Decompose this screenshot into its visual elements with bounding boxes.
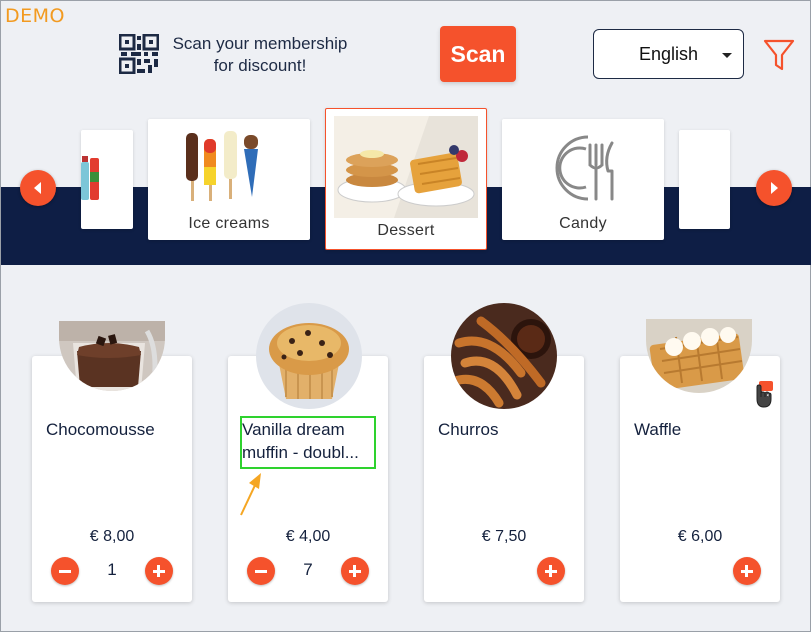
language-value: English (638, 43, 699, 64)
product-price: € 8,00 (89, 528, 135, 545)
demo-label: DEMO (5, 5, 65, 27)
language-select[interactable]: English (593, 29, 744, 79)
category-item-candy[interactable]: Candy (502, 119, 664, 240)
category-item-drinks[interactable] (81, 130, 133, 229)
hand-cursor-icon (756, 381, 773, 408)
product-name: Chocomousse (46, 420, 155, 439)
category-label-candy: Candy (559, 215, 607, 232)
increase-quantity-button[interactable] (733, 557, 761, 585)
quantity-value: 7 (303, 560, 313, 579)
category-item-dessert[interactable]: Dessert (325, 108, 487, 250)
scan-button[interactable]: Scan (440, 26, 516, 82)
increase-quantity-button[interactable] (145, 557, 173, 585)
increase-quantity-button[interactable] (341, 557, 369, 585)
arrow-left-icon (34, 182, 41, 194)
decrease-quantity-button[interactable] (51, 557, 79, 585)
churros-image (451, 303, 557, 409)
product-name: Churros (438, 420, 499, 439)
increase-quantity-button[interactable] (537, 557, 565, 585)
scroll-left-button[interactable] (20, 170, 56, 206)
caret-down-icon (722, 53, 732, 58)
drinks-image (81, 156, 99, 200)
product-price: € 7,50 (481, 528, 527, 545)
qr-code-icon (119, 34, 159, 74)
scan-membership-text: Scan your membership for discount! (172, 34, 348, 75)
arrow-right-icon (771, 182, 778, 194)
product-card-chocomousse[interactable]: Chocomousse € 8,00 1 (32, 356, 192, 602)
scroll-right-button[interactable] (756, 170, 792, 206)
dessert-image (334, 116, 478, 218)
ice-creams-image (186, 131, 258, 201)
muffin-image (256, 303, 362, 409)
filter-icon[interactable] (763, 38, 795, 72)
product-name: Waffle (634, 420, 682, 439)
decrease-quantity-button[interactable] (247, 557, 275, 585)
category-label-dessert: Dessert (377, 222, 435, 239)
product-price: € 6,00 (677, 528, 723, 545)
category-item-ice-creams[interactable]: Ice creams (148, 119, 310, 240)
arrow-pointer-icon (240, 473, 261, 516)
category-label-ice-creams: Ice creams (188, 215, 270, 232)
focus-highlight-box (240, 416, 376, 469)
category-item-next[interactable] (679, 130, 730, 229)
product-price: € 4,00 (285, 528, 331, 545)
quantity-value: 1 (107, 560, 117, 579)
plate-cutlery-icon (555, 135, 614, 201)
